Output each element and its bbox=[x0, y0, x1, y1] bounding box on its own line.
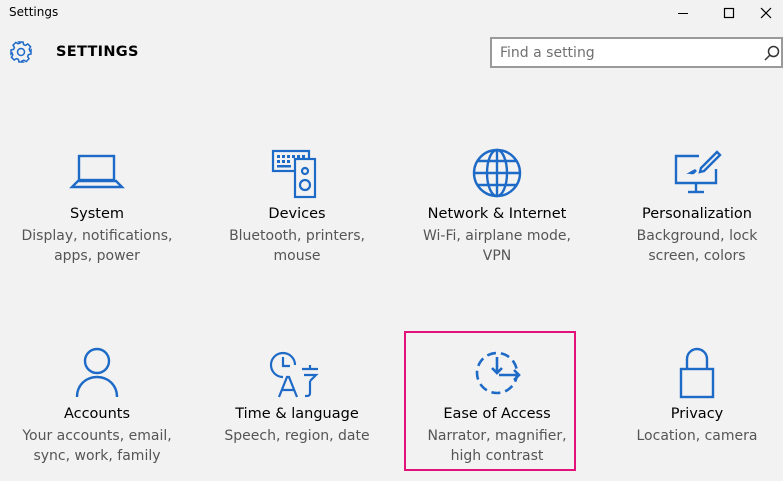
tile-desc-line: VPN bbox=[482, 248, 512, 264]
tile-desc-line: Location, camera bbox=[636, 428, 758, 444]
close-button[interactable] bbox=[743, 0, 783, 26]
tile-desc-line: Narrator, magnifier, bbox=[427, 428, 567, 444]
maximize-icon bbox=[723, 7, 735, 19]
tile-desc-line: Speech, region, date bbox=[224, 428, 370, 444]
search-input[interactable] bbox=[500, 42, 750, 64]
globe-icon bbox=[472, 148, 522, 198]
tile-name: Personalization bbox=[642, 206, 752, 222]
tile-description: Speech, region, date bbox=[207, 426, 387, 446]
minimize-icon bbox=[678, 13, 688, 14]
tile-time-language[interactable]: Time & language Speech, region, date bbox=[207, 335, 387, 481]
tile-name: Accounts bbox=[63, 406, 131, 422]
tile-desc-line: screen, colors bbox=[648, 248, 746, 264]
tile-system[interactable]: System Display, notifications, apps, pow… bbox=[7, 135, 187, 285]
title-bar: Settings bbox=[0, 0, 783, 26]
search-icon[interactable] bbox=[764, 45, 780, 61]
tile-name: System bbox=[69, 206, 125, 222]
tile-description: Background, lock screen, colors bbox=[607, 226, 783, 266]
tile-accounts[interactable]: Accounts Your accounts, email, sync, wor… bbox=[7, 335, 187, 481]
window-title: Settings bbox=[9, 5, 59, 19]
tile-desc-line: Bluetooth, printers, bbox=[229, 228, 365, 244]
tile-desc-line: high contrast bbox=[450, 448, 544, 464]
ease-of-access-icon bbox=[475, 351, 521, 395]
close-icon bbox=[760, 7, 772, 19]
time-language-icon bbox=[269, 351, 319, 398]
tile-description: Bluetooth, printers, mouse bbox=[207, 226, 387, 266]
search-box[interactable] bbox=[490, 37, 783, 68]
tile-desc-line: apps, power bbox=[54, 248, 140, 264]
tile-description: Location, camera bbox=[607, 426, 783, 446]
gear-icon bbox=[10, 41, 32, 63]
lock-icon bbox=[679, 347, 715, 399]
tile-desc-line: sync, work, family bbox=[33, 448, 161, 464]
tile-name: Privacy bbox=[670, 406, 724, 422]
tile-description: Wi-Fi, airplane mode, VPN bbox=[407, 226, 587, 266]
tile-ease-of-access[interactable]: Ease of Access Narrator, magnifier, high… bbox=[407, 335, 587, 481]
devices-icon bbox=[271, 149, 317, 199]
tile-desc-line: Background, lock bbox=[636, 228, 758, 244]
paint-icon bbox=[674, 150, 722, 194]
person-icon bbox=[75, 347, 119, 398]
tile-desc-line: Display, notifications, bbox=[21, 228, 173, 244]
tile-description: Display, notifications, apps, power bbox=[7, 226, 187, 266]
tile-name: Devices bbox=[268, 206, 326, 222]
tile-name: Ease of Access bbox=[443, 406, 551, 422]
tile-name: Time & language bbox=[235, 406, 359, 422]
tile-privacy[interactable]: Privacy Location, camera bbox=[607, 335, 783, 481]
tile-desc-line: Wi-Fi, airplane mode, bbox=[423, 228, 571, 244]
tile-name: Network & Internet bbox=[427, 206, 567, 222]
tile-desc-line: mouse bbox=[273, 248, 321, 264]
tile-description: Narrator, magnifier, high contrast bbox=[407, 426, 587, 466]
tile-desc-line: Your accounts, email, bbox=[22, 428, 172, 444]
tile-description: Your accounts, email, sync, work, family bbox=[7, 426, 187, 466]
minimize-button[interactable] bbox=[660, 0, 706, 26]
tile-network[interactable]: Network & Internet Wi-Fi, airplane mode,… bbox=[407, 135, 587, 285]
tile-devices[interactable]: Devices Bluetooth, printers, mouse bbox=[207, 135, 387, 285]
page-title: SETTINGS bbox=[56, 44, 139, 60]
tile-personalization[interactable]: Personalization Background, lock screen,… bbox=[607, 135, 783, 285]
laptop-icon bbox=[69, 154, 125, 189]
